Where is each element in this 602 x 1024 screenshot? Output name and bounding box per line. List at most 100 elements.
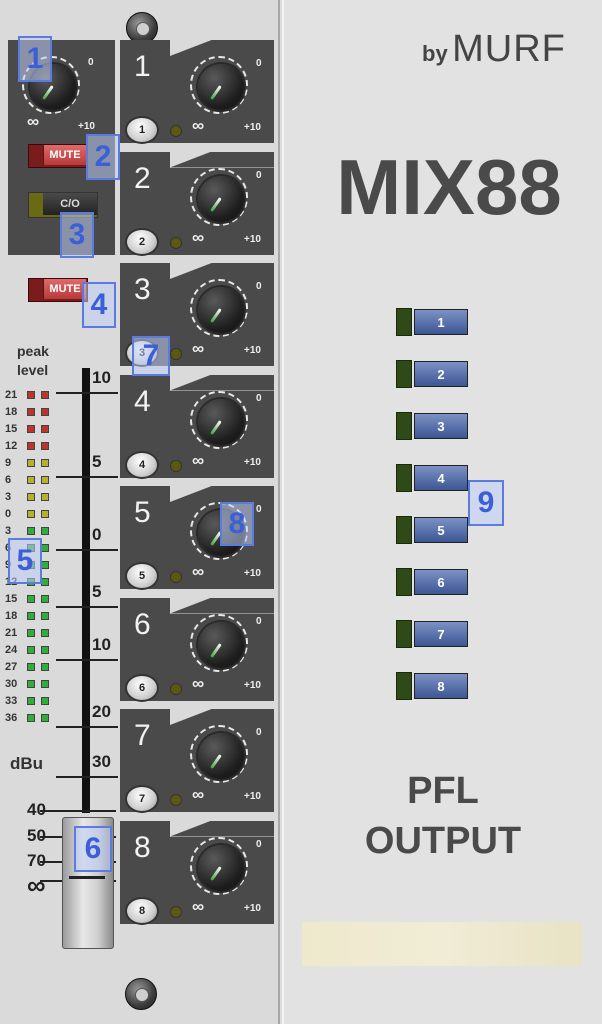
channel-gain-knob[interactable] bbox=[190, 167, 252, 230]
meter-led bbox=[41, 493, 49, 501]
meter-led bbox=[41, 425, 49, 433]
channel-1: 1 1 0 ∞ +10 bbox=[120, 40, 274, 144]
pfl-row-4: 4 bbox=[396, 464, 468, 492]
meter-scale-label: 21 bbox=[5, 627, 18, 639]
channel-gain-knob[interactable] bbox=[190, 613, 252, 676]
brand-logo: by MURF bbox=[422, 28, 566, 71]
footer-output-label: OUTPUT bbox=[364, 820, 522, 862]
annotation-badge-7: 7 bbox=[132, 336, 170, 376]
meter-scale-label: 0 bbox=[5, 508, 12, 520]
knob-top-label: 0 bbox=[256, 838, 262, 850]
pfl-button-label: 8 bbox=[437, 678, 445, 694]
pfl-row-2: 2 bbox=[396, 360, 468, 388]
master-mute-button[interactable]: MUTE bbox=[28, 144, 88, 168]
annotation-badge-6: 6 bbox=[74, 826, 112, 872]
channel-gain-knob[interactable] bbox=[190, 279, 252, 341]
meter-led bbox=[41, 663, 49, 671]
knob-min-label: ∞ bbox=[192, 339, 205, 358]
meter-led bbox=[41, 544, 49, 552]
knob-max-label: +10 bbox=[244, 679, 261, 691]
meter-led bbox=[41, 680, 49, 688]
fader-scale-label: 0 bbox=[92, 525, 102, 544]
knob-max-label: +10 bbox=[244, 233, 261, 245]
pfl-button-label: 5 bbox=[437, 522, 445, 538]
channel-7: 7 7 0 ∞ +10 bbox=[120, 709, 274, 813]
channel-select-button[interactable]: 2 bbox=[125, 227, 159, 256]
pfl-led bbox=[396, 360, 412, 388]
channel-2: 2 2 0 ∞ +10 bbox=[120, 151, 274, 256]
channel-button-label: 6 bbox=[138, 681, 146, 694]
channel-block-slope bbox=[170, 263, 274, 279]
knob-max-label: +10 bbox=[244, 122, 261, 133]
channel-select-button[interactable]: 8 bbox=[125, 896, 159, 925]
pfl-button-4[interactable]: 4 bbox=[414, 465, 468, 491]
fader-track bbox=[82, 368, 90, 813]
meter-led bbox=[41, 527, 49, 535]
monitor-mute-button[interactable]: MUTE bbox=[28, 278, 88, 302]
meter-led bbox=[41, 646, 49, 654]
meter-led bbox=[41, 578, 49, 586]
meter-led bbox=[41, 697, 49, 705]
knob-min-label: ∞ bbox=[192, 562, 205, 581]
channel-number: 8 bbox=[134, 830, 151, 864]
mute-label: MUTE bbox=[43, 279, 86, 299]
pfl-led bbox=[396, 620, 412, 648]
meter-scale-label: 9 bbox=[5, 457, 12, 469]
meter-led bbox=[41, 561, 49, 569]
pfl-led bbox=[396, 308, 412, 336]
pfl-button-8[interactable]: 8 bbox=[414, 673, 468, 699]
meter-led bbox=[27, 408, 35, 416]
annotation-badge-2: 2 bbox=[86, 134, 120, 180]
scribble-strip[interactable] bbox=[302, 922, 582, 966]
channel-select-button[interactable]: 1 bbox=[125, 116, 159, 144]
channel-status-led bbox=[170, 348, 182, 360]
pfl-row-7: 7 bbox=[396, 620, 468, 648]
fader-scale-label: ∞ bbox=[27, 870, 46, 900]
knob-max-label: +10 bbox=[244, 345, 261, 356]
knob-top-label: 0 bbox=[256, 169, 262, 181]
channel-gain-knob[interactable] bbox=[190, 725, 252, 787]
pfl-row-1: 1 bbox=[396, 308, 468, 336]
knob-max-label: +10 bbox=[244, 568, 261, 579]
meter-scale-label: 12 bbox=[5, 440, 18, 452]
channel-8: 8 8 0 ∞ +10 bbox=[120, 820, 274, 925]
fader-scale-label: 10 bbox=[92, 368, 111, 387]
channel-button-label: 8 bbox=[138, 904, 146, 917]
fader-scale-tick bbox=[56, 392, 118, 394]
pfl-button-2[interactable]: 2 bbox=[414, 361, 468, 387]
meter-label-level: level bbox=[17, 362, 49, 378]
channel-gain-knob[interactable] bbox=[190, 56, 252, 118]
channel-select-button[interactable]: 6 bbox=[125, 673, 159, 702]
channel-number: 3 bbox=[134, 273, 151, 306]
pfl-button-5[interactable]: 5 bbox=[414, 517, 468, 543]
meter-led bbox=[27, 527, 35, 535]
master-knob-top-label: 0 bbox=[88, 57, 94, 68]
pfl-button-7[interactable]: 7 bbox=[414, 621, 468, 647]
channel-gain-knob[interactable] bbox=[190, 836, 252, 899]
knob-top-label: 0 bbox=[256, 281, 262, 292]
pfl-button-1[interactable]: 1 bbox=[414, 309, 468, 335]
channel-select-button[interactable]: 4 bbox=[125, 450, 159, 479]
pfl-button-3[interactable]: 3 bbox=[414, 413, 468, 439]
channel-block-slope bbox=[170, 151, 274, 168]
fader-scale-label: 5 bbox=[92, 452, 102, 471]
channel-gain-knob[interactable] bbox=[190, 390, 252, 453]
knob-min-label: ∞ bbox=[192, 116, 205, 135]
pfl-button-6[interactable]: 6 bbox=[414, 569, 468, 595]
pfl-row-6: 6 bbox=[396, 568, 468, 596]
meter-scale-label: 24 bbox=[5, 644, 18, 656]
fader-scale-tick bbox=[40, 810, 116, 812]
pfl-button-label: 1 bbox=[437, 314, 445, 330]
fader-scale-tick bbox=[56, 659, 118, 661]
annotation-badge-9: 9 bbox=[468, 480, 504, 526]
meter-led bbox=[27, 595, 35, 603]
channel-button-label: 4 bbox=[138, 458, 146, 471]
channel-select-button[interactable]: 5 bbox=[125, 562, 159, 590]
knob-top-label: 0 bbox=[256, 392, 262, 404]
channel-select-button[interactable]: 7 bbox=[125, 785, 159, 813]
fader-scale-tick bbox=[56, 476, 118, 478]
knob-max-label: +10 bbox=[244, 456, 261, 468]
meter-led bbox=[27, 391, 35, 399]
meter-led bbox=[41, 612, 49, 620]
knob-top-label: 0 bbox=[256, 727, 262, 738]
